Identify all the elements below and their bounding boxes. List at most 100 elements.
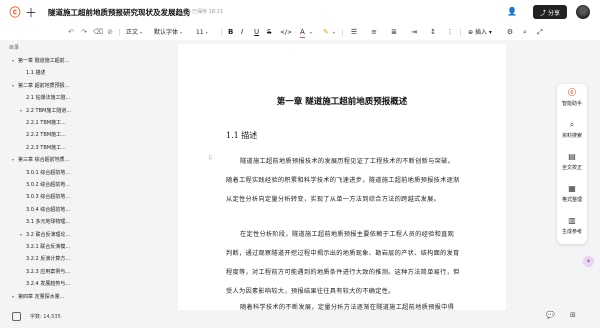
generate-reference-label: 生成参考 [561, 229, 582, 235]
toc-item-label: 3.2.3 应用案例与... [26, 268, 71, 275]
underline-icon[interactable]: U [254, 27, 259, 38]
sidebar-toc-item[interactable]: ▾ 第二章 超前地质预报... [12, 82, 69, 89]
paragraph[interactable]: 在定性分析阶段，隧道施工超前地质预报主要依赖于工程人员的经验和直观判断，通过观察… [226, 225, 460, 301]
sidebar-toggle-icon[interactable] [12, 312, 21, 321]
font-color-icon[interactable]: A [300, 27, 305, 38]
sidebar-toc-item[interactable]: 3.2.1 联合反演模... [20, 243, 70, 250]
sidebar-toc-item[interactable]: ▾ 第一章 隧道施工超前... [12, 57, 69, 64]
chapter-heading[interactable]: 第一章 隧道施工超前地质预报概述 [178, 95, 506, 107]
resource-search-button[interactable]: ⌕ 资料搜索 [557, 120, 587, 139]
proofread-icon: ▤ [568, 152, 576, 161]
comment-icon[interactable]: 💬 [546, 311, 555, 319]
toc-item-label: 第三章 综合超前地质... [18, 157, 70, 164]
numbered-list-icon[interactable]: ≡ [370, 27, 378, 38]
reference-chart-icon: ▥ [568, 216, 576, 225]
sidebar-toc-item[interactable]: ▾ 3.2 联合反演理论... [20, 231, 70, 238]
sidebar-toc-item[interactable]: 3.0.1 综合超前地... [20, 169, 70, 176]
sidebar-toc-item[interactable]: 3.0.4 综合超前地... [20, 206, 70, 213]
format-cleanup-button[interactable]: ▦ 格式整理 [557, 184, 587, 203]
sidebar-toc-item[interactable]: 3.2.3 应用案例与... [20, 268, 70, 275]
ai-tools-icon[interactable]: ⚙ [506, 27, 514, 38]
share-icon: ⤴ [539, 9, 546, 17]
new-document-button[interactable]: ＋ [25, 6, 37, 20]
ai-sparkle-button[interactable]: ✦ [583, 256, 594, 267]
toc-item-label: 第四章 定量探水量... [18, 293, 65, 300]
strikethrough-icon[interactable]: S [267, 27, 271, 38]
status-bar [0, 310, 600, 328]
bullet-list-icon[interactable]: ☰ [350, 27, 358, 38]
sidebar-toc-item[interactable]: 3.2.2 反演计算方... [20, 255, 70, 262]
smart-assistant-button[interactable]: ⓒ 智能助手 [557, 88, 587, 107]
fullscreen-icon[interactable]: ⤢ [536, 27, 544, 38]
paragraph[interactable]: 隧道施工超前地质预报技术的发展历程见证了工程技术的不断创新与突破。随着工程实践经… [226, 152, 460, 209]
toc-item-label: 3.0.2 综合超前地... [26, 182, 71, 188]
avatar[interactable] [576, 5, 590, 19]
redo-icon[interactable]: ↷ [80, 27, 88, 38]
resource-search-label: 资料搜索 [561, 133, 582, 139]
code-icon[interactable]: </> [280, 27, 292, 38]
toolbar-divider [342, 29, 343, 36]
sidebar-toc-item[interactable]: 3.1 多元地球物理... [20, 218, 70, 225]
highlight-icon[interactable]: ✎ [323, 27, 329, 38]
insert-label: 插入 [474, 29, 487, 36]
more-format-icon[interactable]: ⋮ [446, 27, 454, 38]
sidebar-toc-item[interactable]: 3.0.2 综合超前地... [20, 181, 70, 188]
toc-item-label: 3.2 联合反演理论... [26, 231, 71, 238]
toc-item-label: 第二章 超前地质预报... [18, 82, 70, 89]
toc-item-label: 3.1 多元地球物理... [26, 219, 71, 226]
toc-item-label: 3.2.4 发展趋势与... [26, 281, 71, 288]
font-size-select[interactable]: 11 [196, 27, 208, 38]
toc-item-label: 3.2.1 联合反演模... [26, 244, 71, 250]
share-button[interactable]: ⤴ 分享 [533, 5, 567, 19]
check-icon: ✓ [183, 8, 190, 15]
sidebar-toc-item[interactable]: 1.1 描述 [20, 69, 46, 76]
proofread-label: 全文校正 [561, 165, 582, 171]
toc-item-label: 1.1 描述 [26, 70, 46, 77]
toolbar-divider [460, 29, 461, 36]
toc-item-label: 2.2.1 TBM施工... [26, 120, 66, 126]
proofread-button[interactable]: ▤ 全文校正 [557, 152, 587, 171]
toc-item-label: 3.2.2 反演计算方... [26, 256, 71, 263]
italic-icon[interactable]: I [241, 27, 243, 38]
bold-icon[interactable]: B [228, 27, 233, 38]
undo-icon[interactable]: ↶ [67, 27, 75, 38]
sidebar-toc-item[interactable]: 2.2.2 TBM施工... [20, 131, 66, 138]
insert-button[interactable]: ⊕ 插入 ▾ [468, 27, 492, 38]
app-logo-icon[interactable]: ⓒ [9, 7, 21, 19]
share-label: 分享 [548, 9, 561, 17]
format-icon: ▦ [568, 184, 576, 193]
toc-item-label: 3.0.1 综合超前地... [26, 169, 71, 176]
sidebar-toc-item[interactable]: 2.1 钻爆法施工隧... [20, 94, 70, 101]
clear-format-icon[interactable]: ⌫ [93, 27, 103, 38]
sidebar-toc-item[interactable]: 2.2.1 TBM施工... [20, 119, 66, 126]
chevron-down-icon[interactable]: ▾ [310, 27, 312, 38]
sidebar-toc-item[interactable]: ▾ 第三章 综合超前地质... [12, 156, 69, 163]
paragraph-style-select[interactable]: 正文 [126, 27, 142, 38]
drag-handle-icon[interactable]: ⠿ [208, 155, 212, 162]
sidebar-toc-item[interactable]: 3.0.3 综合超前地... [20, 193, 70, 200]
paragraph[interactable]: 随着科学技术的不断发展，定量分析方法逐渐在隧道施工超前地质预报中得到应用。通过采… [226, 298, 460, 310]
line-spacing-icon[interactable]: ↕ [429, 27, 437, 38]
smart-assistant-label: 智能助手 [561, 101, 582, 107]
toc-item-label: 2.2 TBM施工隧道... [26, 107, 72, 114]
sidebar-toc-item[interactable]: ▾ 2.2 TBM施工隧道... [20, 107, 71, 114]
align-icon[interactable]: ≣ [390, 27, 398, 38]
generate-reference-button[interactable]: ▥ 生成参考 [557, 216, 587, 235]
sidebar-toc-item[interactable]: 3.2.4 发展趋势与... [20, 280, 70, 287]
toolbar-divider [221, 29, 222, 36]
sidebar-toc-item[interactable]: 2.2.3 TBM施工... [20, 144, 66, 151]
zoom-icon[interactable]: ⊞ [570, 311, 576, 319]
add-collaborator-icon[interactable]: 👤 [507, 7, 517, 16]
search-icon: ⌕ [569, 120, 575, 129]
font-family-select[interactable]: 默认字体 [154, 27, 182, 38]
indent-icon[interactable]: ⇥ [410, 27, 418, 38]
search-icon[interactable]: ⌕ [521, 27, 529, 38]
chevron-down-icon[interactable]: ▾ [333, 27, 335, 38]
toc-item-label: 2.2.2 TBM施工... [26, 132, 66, 139]
format-painter-icon[interactable]: ⊘ [106, 27, 114, 38]
saved-status: ✓ 已保存 18:21 [183, 8, 223, 15]
toc-heading: 目录 [9, 45, 20, 51]
sidebar-toc-item[interactable]: ▾ 第四章 定量探水量... [12, 293, 64, 300]
section-heading[interactable]: 1.1 描述 [226, 130, 257, 141]
document-title[interactable]: 隧道施工超前地质预报研究现状及发展趋势 [48, 7, 191, 18]
